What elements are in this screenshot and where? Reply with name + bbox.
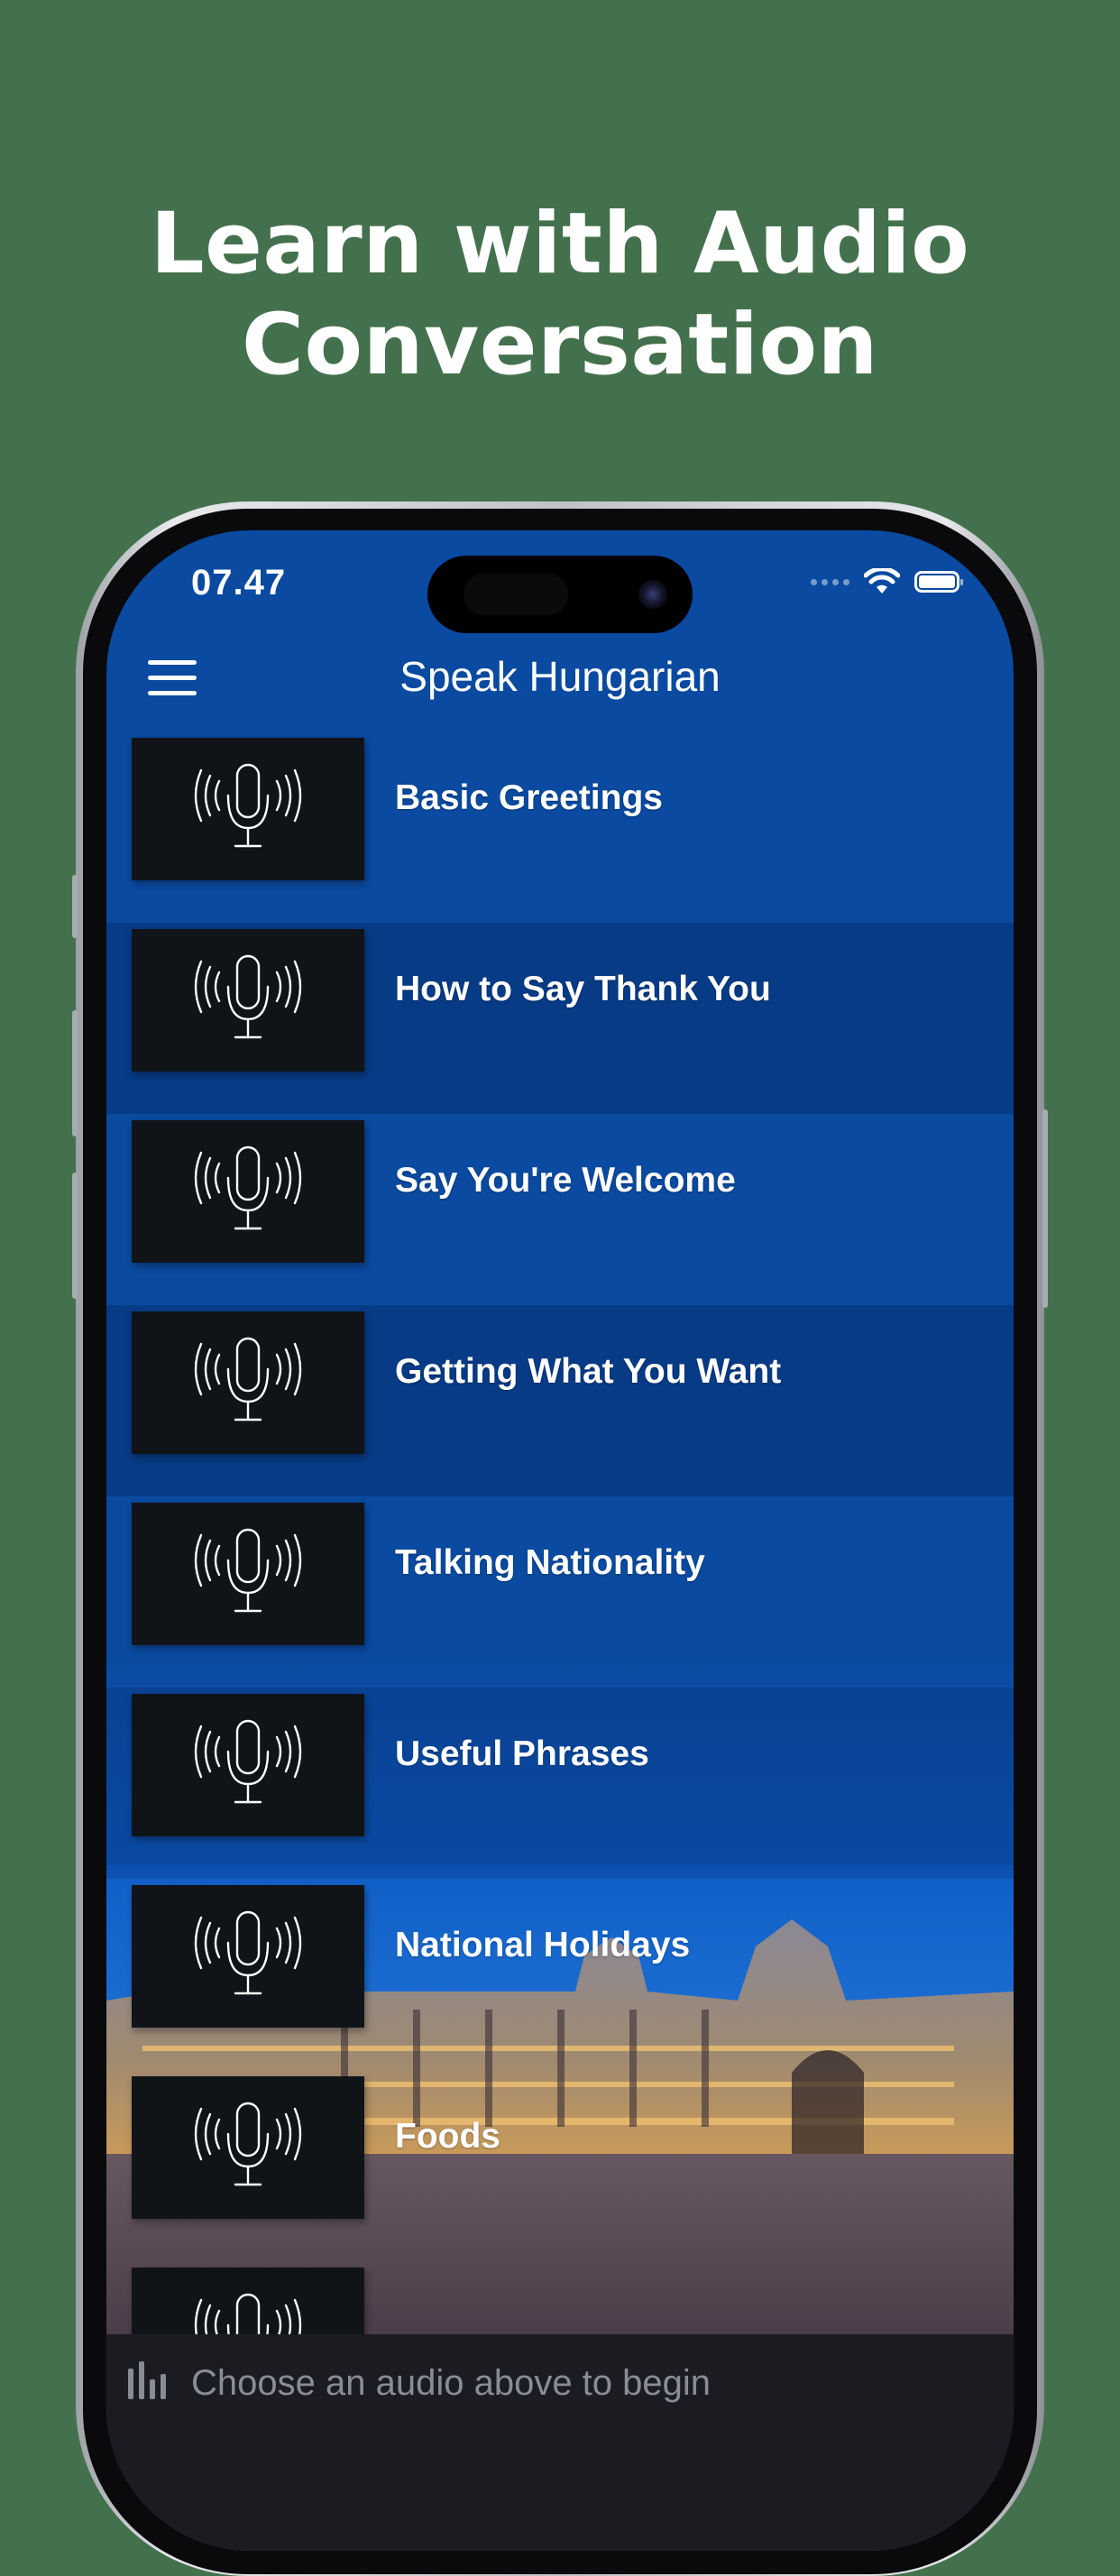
lesson-label: Basic Greetings <box>395 778 663 817</box>
lesson-thumbnail <box>132 1694 364 1836</box>
lesson-row-nationality[interactable]: Talking Nationality <box>106 1496 1014 1688</box>
dynamic-island <box>427 556 693 633</box>
microphone-icon <box>194 1719 302 1804</box>
wifi-icon <box>864 568 900 593</box>
microphone-icon <box>194 1145 302 1230</box>
microphone-icon <box>194 1528 302 1613</box>
lesson-list: Basic Greetings How to Say Thank You Say… <box>106 731 1014 2452</box>
app-screen: 07.47 Speak Hungarian Basic Greetings Ho… <box>106 530 1014 2551</box>
microphone-icon <box>194 763 302 848</box>
lesson-row-national-holidays[interactable]: National Holidays <box>106 1879 1014 2070</box>
lesson-label: Useful Phrases <box>395 1734 649 1773</box>
lesson-row-basic-greetings[interactable]: Basic Greetings <box>106 731 1014 923</box>
audio-bars-icon <box>128 2361 166 2399</box>
lesson-row-foods[interactable]: Foods <box>106 2070 1014 2261</box>
lesson-label: Getting What You Want <box>395 1352 782 1391</box>
side-button-left-3 <box>72 1173 78 1299</box>
player-status-text: Choose an audio above to begin <box>191 2363 711 2403</box>
lesson-thumbnail <box>132 1120 364 1263</box>
battery-icon <box>914 571 963 593</box>
microphone-icon <box>194 2102 302 2186</box>
lesson-row-getting-what-you-want[interactable]: Getting What You Want <box>106 1305 1014 1496</box>
promo-headline: Learn with Audio Conversation <box>0 194 1120 396</box>
side-button-left-1 <box>72 875 78 938</box>
front-camera <box>638 580 667 609</box>
lesson-label: Say You're Welcome <box>395 1161 736 1200</box>
lesson-thumbnail <box>132 929 364 1072</box>
headline-line-2: Conversation <box>242 296 878 394</box>
lesson-row-welcome[interactable]: Say You're Welcome <box>106 1114 1014 1305</box>
page-title: Speak Hungarian <box>399 653 721 700</box>
lesson-label: National Holidays <box>395 1926 691 1964</box>
microphone-icon <box>194 954 302 1039</box>
side-button-right <box>1042 1109 1048 1308</box>
lesson-thumbnail <box>132 1311 364 1454</box>
island-sensor <box>464 574 568 615</box>
status-time: 07.47 <box>191 563 287 603</box>
audio-player-bar[interactable]: Choose an audio above to begin <box>106 2334 1014 2551</box>
lesson-label: How to Say Thank You <box>395 970 771 1008</box>
lesson-label: Foods <box>395 2117 500 2156</box>
lesson-thumbnail <box>132 1885 364 2028</box>
lesson-label: Talking Nationality <box>395 1543 705 1582</box>
lesson-thumbnail <box>132 1503 364 1645</box>
lesson-row-thank-you[interactable]: How to Say Thank You <box>106 923 1014 1114</box>
microphone-icon <box>194 1337 302 1421</box>
side-button-left-2 <box>72 1010 78 1136</box>
signal-dots-icon <box>811 578 849 585</box>
lesson-thumbnail <box>132 2076 364 2219</box>
microphone-icon <box>194 1910 302 1995</box>
lesson-row-useful-phrases[interactable]: Useful Phrases <box>106 1688 1014 1879</box>
headline-line-1: Learn with Audio <box>150 195 970 293</box>
lesson-thumbnail <box>132 738 364 880</box>
status-icons <box>811 566 963 597</box>
